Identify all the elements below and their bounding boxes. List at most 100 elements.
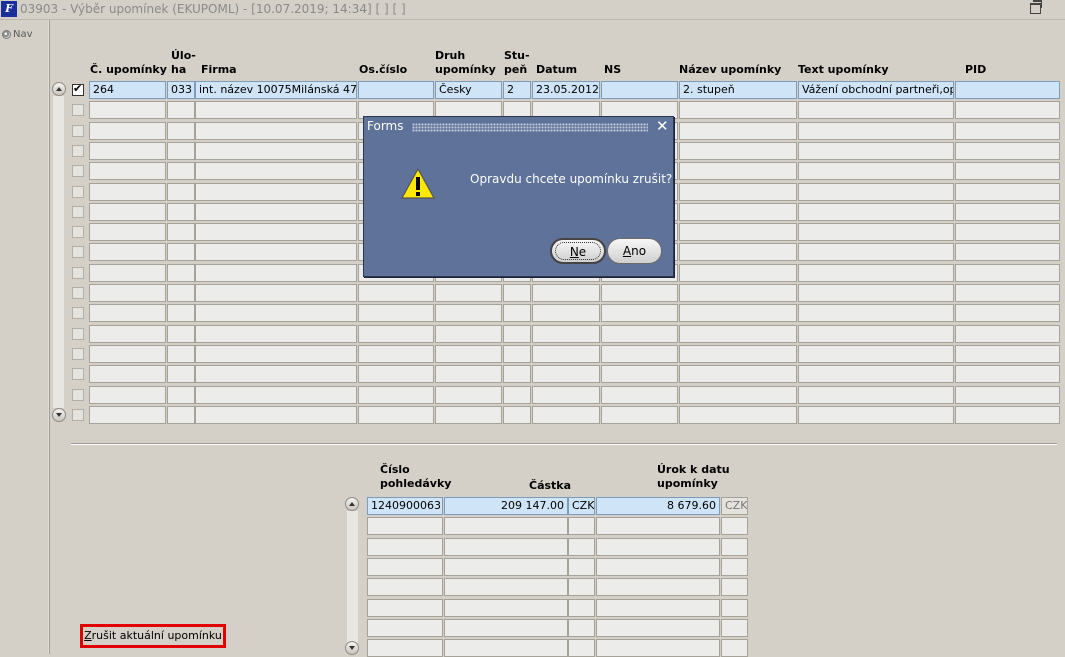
grid-cell[interactable] [367,557,443,576]
grid-cell[interactable] [679,405,797,424]
grid-cell[interactable] [532,405,600,424]
grid-cell[interactable] [358,344,434,363]
grid-cell[interactable] [679,385,797,404]
grid-cell[interactable] [679,121,797,140]
grid-cell[interactable] [195,101,357,120]
cell-castka[interactable]: 209 147.00 [444,497,568,515]
grid-cell[interactable] [167,405,195,424]
grid-cell[interactable] [568,618,595,637]
grid-cell[interactable] [89,202,166,221]
cell-nazev-upominky[interactable]: 2. stupeň [679,81,797,99]
grid-cell[interactable] [798,263,954,282]
grid-cell[interactable] [798,344,954,363]
grid-cell[interactable] [679,243,797,262]
grid-cell[interactable] [532,284,600,302]
row-select-checkbox[interactable] [72,205,84,218]
grid-cell[interactable] [444,578,568,597]
grid-cell[interactable] [503,385,531,404]
grid-cell[interactable] [955,162,1060,181]
grid-cell[interactable] [444,598,568,617]
grid-cell[interactable] [435,385,502,404]
grid-cell[interactable] [798,365,954,384]
grid-cell[interactable] [955,263,1060,282]
grid-cell[interactable] [167,162,195,181]
row-select-checkbox[interactable] [72,226,84,239]
grid-cell[interactable] [798,101,954,120]
row-select-checkbox[interactable] [72,82,84,96]
cell-datum[interactable]: 23.05.2012 [532,81,600,99]
detail-scrollbar-track[interactable] [347,511,358,643]
grid-cell[interactable] [358,385,434,404]
grid-cell[interactable] [167,324,195,343]
grid-cell[interactable] [167,202,195,221]
grid-cell[interactable] [568,537,595,556]
grid-cell[interactable] [721,517,748,536]
grid-cell[interactable] [89,162,166,181]
grid-cell[interactable] [721,598,748,617]
grid-cell[interactable] [679,182,797,201]
grid-cell[interactable] [955,324,1060,343]
grid-cell[interactable] [367,578,443,597]
grid-cell[interactable] [601,365,678,384]
grid-cell[interactable] [679,202,797,221]
grid-cell[interactable] [195,141,357,160]
grid-cell[interactable] [798,385,954,404]
grid-cell[interactable] [596,639,720,657]
grid-cell[interactable] [596,618,720,637]
grid-cell[interactable] [798,405,954,424]
grid-cell[interactable] [955,101,1060,120]
grid-cell[interactable] [503,304,531,323]
grid-cell[interactable] [798,243,954,262]
grid-cell[interactable] [679,162,797,181]
grid-cell[interactable] [679,324,797,343]
restore-window-icon[interactable] [1030,0,1042,14]
grid-cell[interactable] [358,284,434,302]
grid-cell[interactable] [596,578,720,597]
grid-scroll-down-icon[interactable] [52,408,66,422]
grid-cell[interactable] [358,365,434,384]
dialog-title-bar[interactable]: Forms ✕ [364,117,673,137]
grid-cell[interactable] [367,598,443,617]
cell-uloha[interactable]: 033 [167,81,195,99]
grid-cell[interactable] [679,284,797,302]
grid-cell[interactable] [568,578,595,597]
grid-cell[interactable] [358,304,434,323]
grid-cell[interactable] [503,284,531,302]
grid-cell[interactable] [367,517,443,536]
grid-cell[interactable] [955,182,1060,201]
grid-cell[interactable] [955,405,1060,424]
grid-cell[interactable] [955,243,1060,262]
grid-cell[interactable] [955,344,1060,363]
grid-cell[interactable] [167,284,195,302]
cell-druh-upominky[interactable]: Česky [435,81,502,99]
cell-cislo-upominky[interactable]: 264 [89,81,166,99]
row-select-checkbox[interactable] [72,266,84,279]
grid-scroll-up-icon[interactable] [52,82,66,96]
row-select-checkbox[interactable] [72,347,84,360]
grid-cell[interactable] [721,639,748,657]
grid-cell[interactable] [89,324,166,343]
grid-cell[interactable] [195,243,357,262]
grid-scrollbar-track[interactable] [53,96,64,408]
grid-cell[interactable] [167,263,195,282]
grid-cell[interactable] [798,182,954,201]
grid-cell[interactable] [367,639,443,657]
grid-cell[interactable] [679,263,797,282]
row-select-checkbox[interactable] [72,165,84,178]
grid-cell[interactable] [601,304,678,323]
grid-cell[interactable] [367,537,443,556]
grid-cell[interactable] [503,365,531,384]
grid-cell[interactable] [167,182,195,201]
grid-cell[interactable] [798,162,954,181]
grid-cell[interactable] [596,598,720,617]
grid-cell[interactable] [435,284,502,302]
detail-scroll-up-icon[interactable] [345,497,359,511]
grid-cell[interactable] [435,344,502,363]
cell-pid[interactable] [955,81,1060,99]
grid-cell[interactable] [601,405,678,424]
grid-cell[interactable] [568,517,595,536]
grid-cell[interactable] [367,618,443,637]
grid-cell[interactable] [195,365,357,384]
grid-cell[interactable] [532,385,600,404]
row-select-checkbox[interactable] [72,104,84,117]
